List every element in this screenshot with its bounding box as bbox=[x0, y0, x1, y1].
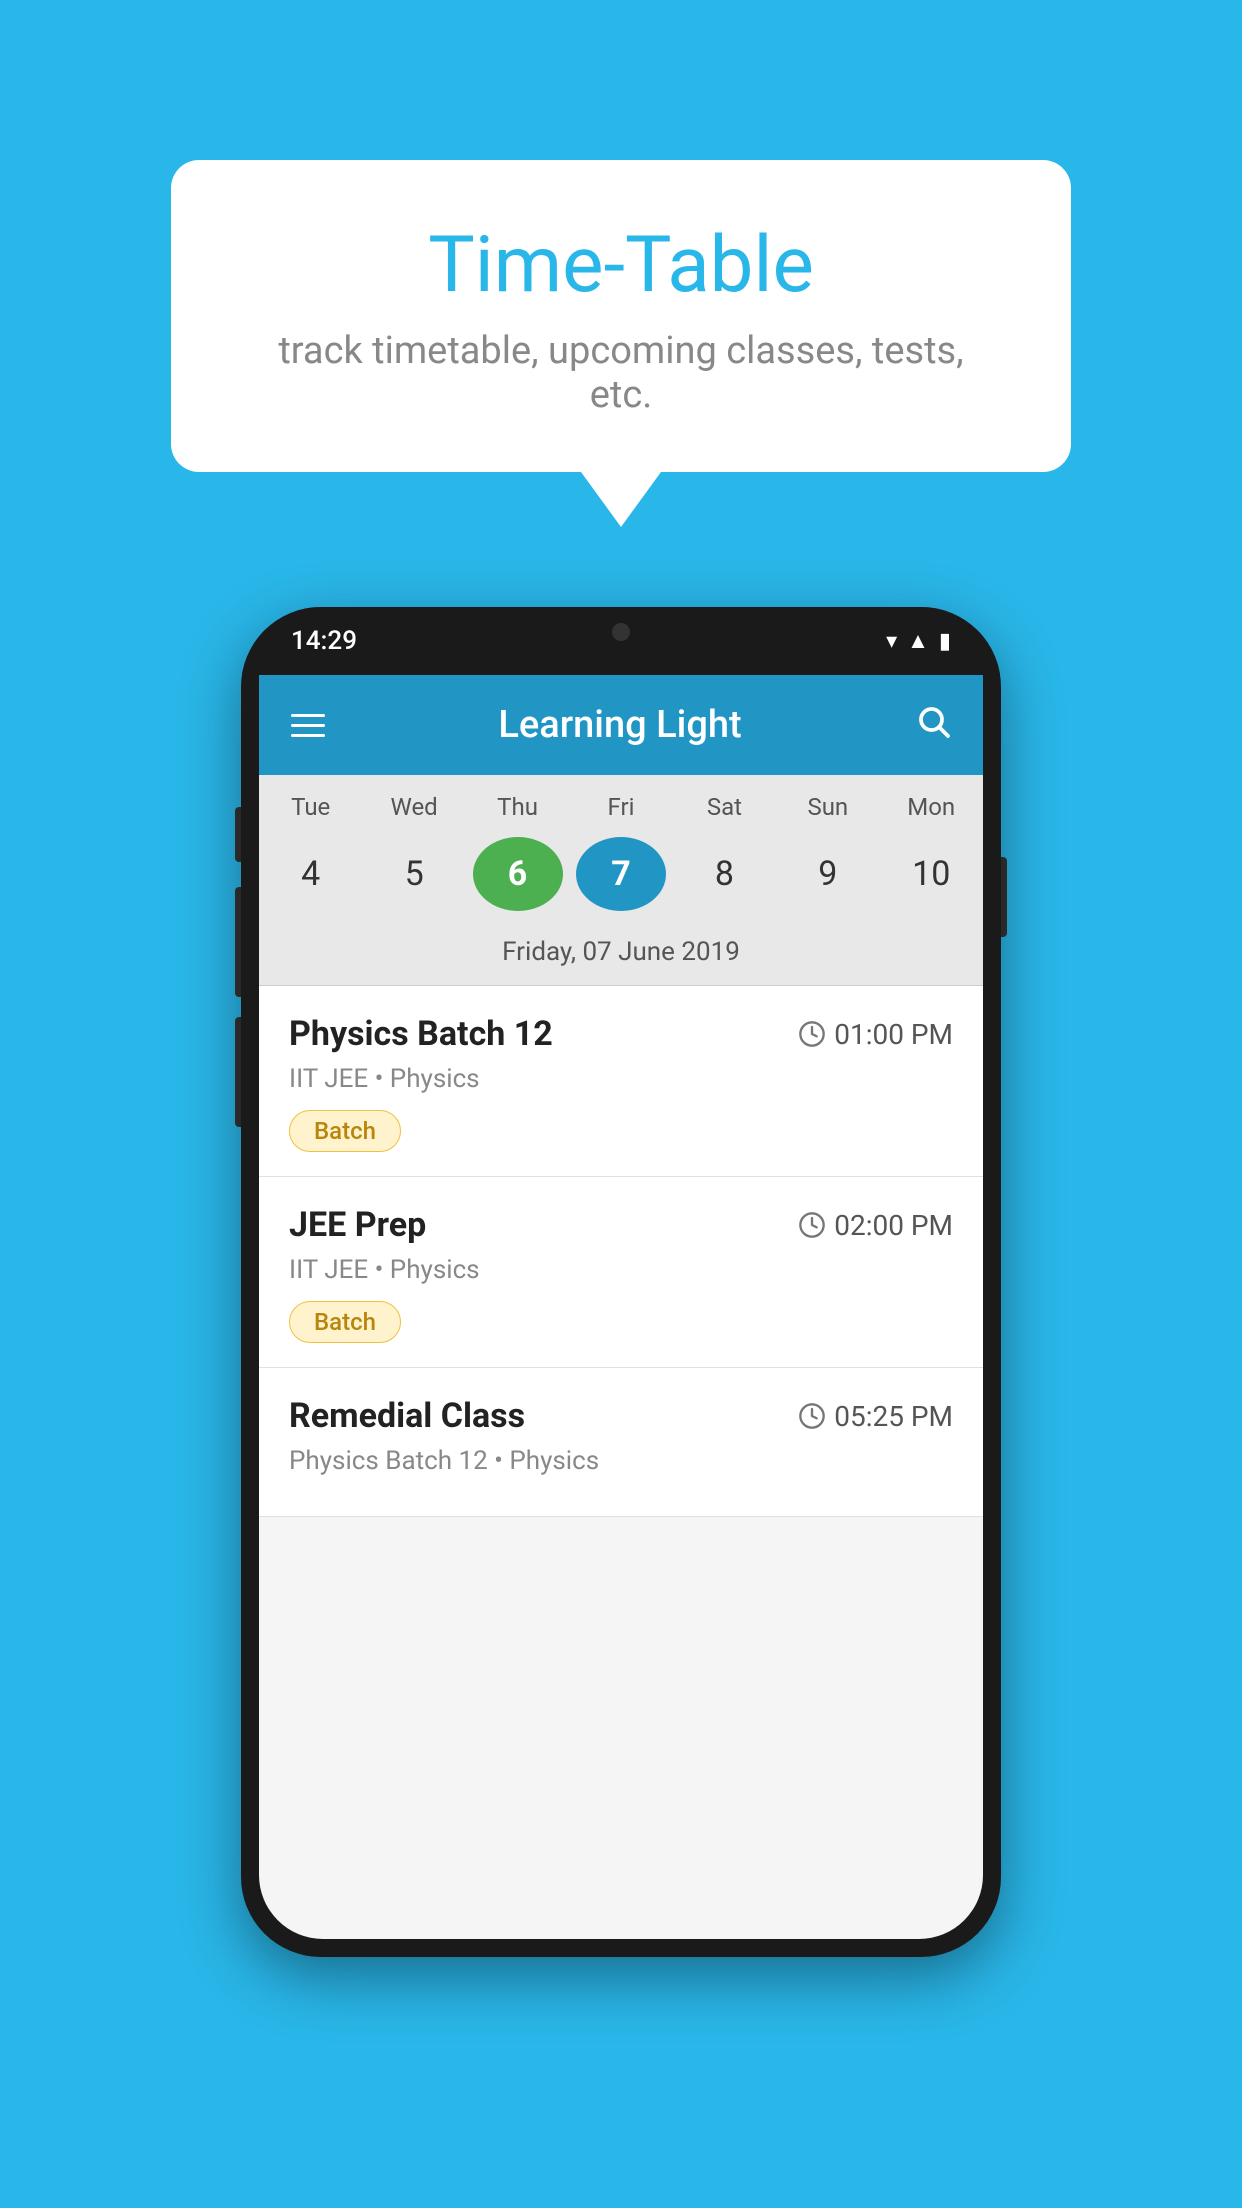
schedule-item-3-title: Remedial Class bbox=[289, 1396, 525, 1436]
date-10[interactable]: 10 bbox=[886, 837, 976, 911]
day-tue: Tue bbox=[266, 793, 356, 821]
date-5[interactable]: 5 bbox=[369, 837, 459, 911]
day-sat: Sat bbox=[679, 793, 769, 821]
signal-icon: ▲ bbox=[907, 628, 929, 654]
hamburger-line-2 bbox=[291, 724, 325, 727]
schedule-item-3-time-container: 05:25 PM bbox=[798, 1400, 953, 1433]
day-wed: Wed bbox=[369, 793, 459, 821]
day-thu: Thu bbox=[473, 793, 563, 821]
clock-icon-3 bbox=[798, 1402, 826, 1430]
phone-notch bbox=[556, 607, 686, 657]
hamburger-line-3 bbox=[291, 734, 325, 737]
status-icons: ▾ ▲ ▮ bbox=[886, 628, 951, 654]
hamburger-menu-button[interactable] bbox=[291, 714, 325, 737]
schedule-item-1-header: Physics Batch 12 01:00 PM bbox=[289, 1014, 953, 1054]
calendar-day-names: Tue Wed Thu Fri Sat Sun Mon bbox=[259, 775, 983, 829]
schedule-item-3[interactable]: Remedial Class 05:25 PM Physics Batch 12… bbox=[259, 1368, 983, 1517]
app-bar: Learning Light bbox=[259, 675, 983, 775]
phone-screen: Learning Light Tue Wed Thu Fri Sat Sun M… bbox=[259, 675, 983, 1939]
schedule-item-2-time-container: 02:00 PM bbox=[798, 1209, 953, 1242]
schedule-item-2-title: JEE Prep bbox=[289, 1205, 426, 1245]
schedule-item-2-header: JEE Prep 02:00 PM bbox=[289, 1205, 953, 1245]
status-time: 14:29 bbox=[291, 626, 357, 656]
hamburger-line-1 bbox=[291, 714, 325, 717]
date-7-selected[interactable]: 7 bbox=[576, 837, 666, 911]
schedule-list: Physics Batch 12 01:00 PM IIT JEE • Phys… bbox=[259, 986, 983, 1517]
speech-bubble-container: Time-Table track timetable, upcoming cla… bbox=[171, 160, 1071, 527]
clock-icon-1 bbox=[798, 1020, 826, 1048]
date-8[interactable]: 8 bbox=[679, 837, 769, 911]
date-9[interactable]: 9 bbox=[783, 837, 873, 911]
schedule-item-1-tag: Batch bbox=[289, 1110, 401, 1152]
search-button[interactable] bbox=[915, 703, 951, 748]
day-mon: Mon bbox=[886, 793, 976, 821]
selected-date-label: Friday, 07 June 2019 bbox=[259, 927, 983, 986]
battery-icon: ▮ bbox=[939, 629, 951, 654]
schedule-item-2-subtitle: IIT JEE • Physics bbox=[289, 1255, 953, 1285]
schedule-item-1-subtitle: IIT JEE • Physics bbox=[289, 1064, 953, 1094]
schedule-item-2-tag: Batch bbox=[289, 1301, 401, 1343]
schedule-item-3-time: 05:25 PM bbox=[834, 1400, 953, 1433]
day-sun: Sun bbox=[783, 793, 873, 821]
schedule-item-1-title: Physics Batch 12 bbox=[289, 1014, 553, 1054]
calendar-dates-row: 4 5 6 7 8 9 10 bbox=[259, 829, 983, 927]
bubble-tail bbox=[581, 472, 661, 527]
day-fri: Fri bbox=[576, 793, 666, 821]
date-6-today[interactable]: 6 bbox=[473, 837, 563, 911]
speech-bubble: Time-Table track timetable, upcoming cla… bbox=[171, 160, 1071, 472]
phone-frame: 14:29 ▾ ▲ ▮ Learning Light bbox=[241, 607, 1001, 1957]
schedule-item-1-time: 01:00 PM bbox=[834, 1018, 953, 1051]
clock-icon-2 bbox=[798, 1211, 826, 1239]
app-title: Learning Light bbox=[498, 703, 741, 747]
schedule-item-1-time-container: 01:00 PM bbox=[798, 1018, 953, 1051]
phone-wrapper: 14:29 ▾ ▲ ▮ Learning Light bbox=[241, 607, 1001, 1957]
schedule-item-3-header: Remedial Class 05:25 PM bbox=[289, 1396, 953, 1436]
schedule-item-2[interactable]: JEE Prep 02:00 PM IIT JEE • Physics Batc… bbox=[259, 1177, 983, 1368]
bubble-title: Time-Table bbox=[251, 220, 991, 311]
camera bbox=[612, 623, 630, 641]
date-4[interactable]: 4 bbox=[266, 837, 356, 911]
schedule-item-3-subtitle: Physics Batch 12 • Physics bbox=[289, 1446, 953, 1476]
schedule-item-2-time: 02:00 PM bbox=[834, 1209, 953, 1242]
wifi-icon: ▾ bbox=[886, 629, 897, 654]
bubble-subtitle: track timetable, upcoming classes, tests… bbox=[251, 329, 991, 417]
status-bar: 14:29 ▾ ▲ ▮ bbox=[241, 607, 1001, 675]
schedule-item-1[interactable]: Physics Batch 12 01:00 PM IIT JEE • Phys… bbox=[259, 986, 983, 1177]
